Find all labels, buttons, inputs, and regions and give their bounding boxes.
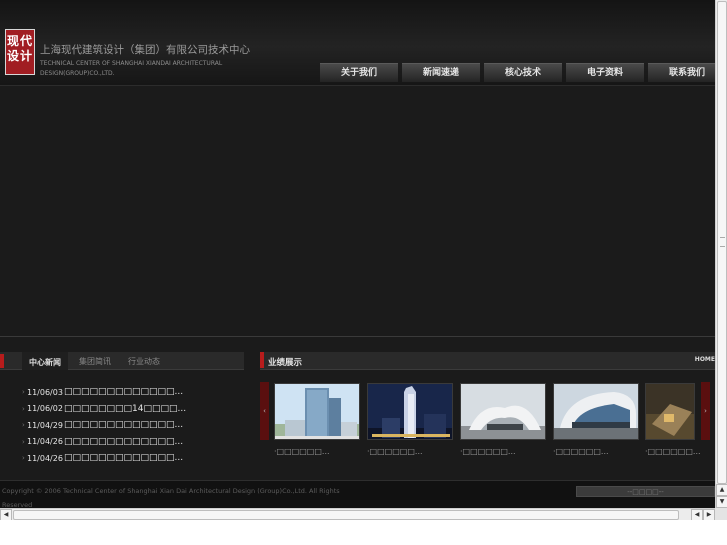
- project-caption[interactable]: ·□□□□□□...: [367, 447, 423, 456]
- projects-title: 业绩展示: [268, 358, 303, 368]
- news-item[interactable]: › 11/04/26 □□□□□□□□□□□□□...: [22, 450, 186, 467]
- nav-e-docs[interactable]: 电子资料: [566, 63, 644, 82]
- horizontal-scroll-thumb[interactable]: [13, 510, 679, 520]
- flash-banner-area: [0, 87, 715, 337]
- scroll-up-button[interactable]: ▲: [716, 484, 727, 496]
- vertical-scroll-thumb[interactable]: [717, 1, 727, 484]
- section-marker: [0, 354, 4, 368]
- news-title[interactable]: □□□□□□□□14□□□□...: [64, 404, 186, 414]
- scrollbar-corner: [715, 508, 727, 520]
- building-image: [646, 384, 694, 439]
- tab-center-news[interactable]: 中心新闻: [22, 352, 68, 370]
- projects-more-link[interactable]: HOME: [695, 356, 715, 363]
- window-bottom: [0, 520, 727, 545]
- company-name-cn: 上海现代建筑设计（集团）有限公司技术中心: [40, 44, 250, 56]
- footer-link-select[interactable]: --□□□□--: [576, 486, 715, 497]
- news-date: 11/06/03: [27, 387, 63, 397]
- news-title[interactable]: □□□□□□□□□□□□□...: [64, 453, 183, 463]
- building-image: [368, 384, 452, 439]
- nav-about[interactable]: 关于我们: [320, 63, 398, 82]
- projects-header: 业绩展示 HOME: [260, 352, 715, 370]
- nav-core-tech[interactable]: 核心技术: [484, 63, 562, 82]
- site-header: 现代 设计 上海现代建筑设计（集团）有限公司技术中心 TECHNICAL CEN…: [0, 0, 715, 86]
- news-list: › 11/06/03 □□□□□□□□□□□□□... › 11/06/02 □…: [22, 384, 186, 467]
- tab-group-briefs[interactable]: 集团简讯: [79, 356, 111, 367]
- project-thumbnail[interactable]: [553, 383, 639, 440]
- news-date: 11/04/29: [27, 420, 63, 430]
- grip-icon: [720, 237, 725, 247]
- project-thumbnail[interactable]: [367, 383, 453, 440]
- tab-industry-news[interactable]: 行业动态: [128, 356, 160, 367]
- copyright-text: Copyright © 2006 Technical Center of Sha…: [2, 487, 340, 508]
- section-marker: [260, 352, 264, 368]
- news-item[interactable]: › 11/06/03 □□□□□□□□□□□□□...: [22, 384, 186, 401]
- project-thumbnail[interactable]: [645, 383, 695, 440]
- project-thumbnail[interactable]: [274, 383, 360, 440]
- news-item[interactable]: › 11/04/29 □□□□□□□□□□□□□...: [22, 417, 186, 434]
- project-caption[interactable]: ·□□□□□□...: [645, 447, 701, 456]
- vertical-scrollbar[interactable]: ▲ ▼: [715, 0, 727, 508]
- news-tab-bar: 中心新闻 集团简讯 行业动态: [0, 352, 244, 370]
- news-title[interactable]: □□□□□□□□□□□□□...: [64, 387, 183, 397]
- carousel-next-button[interactable]: ›: [701, 382, 710, 440]
- building-image: [275, 384, 359, 439]
- scroll-down-button[interactable]: ▼: [716, 496, 727, 508]
- news-title[interactable]: □□□□□□□□□□□□□...: [64, 437, 183, 447]
- nav-news[interactable]: 新闻速递: [402, 63, 480, 82]
- news-date: 11/04/26: [27, 437, 63, 447]
- nav-contact[interactable]: 联系我们: [648, 63, 715, 82]
- project-caption[interactable]: ·□□□□□□...: [553, 447, 609, 456]
- news-title[interactable]: □□□□□□□□□□□□□...: [64, 420, 183, 430]
- page-viewport: 现代 设计 上海现代建筑设计（集团）有限公司技术中心 TECHNICAL CEN…: [0, 0, 715, 508]
- carousel-prev-button[interactable]: ‹: [260, 382, 269, 440]
- horizontal-scrollbar[interactable]: ◀ ◀ ▶: [0, 508, 715, 521]
- main-nav: 关于我们 新闻速递 核心技术 电子资料 联系我们: [320, 63, 715, 82]
- news-item[interactable]: › 11/04/26 □□□□□□□□□□□□□...: [22, 434, 186, 451]
- company-name-en: TECHNICAL CENTER OF SHANGHAI XIANDAI ARC…: [40, 60, 223, 77]
- project-caption[interactable]: ·□□□□□□...: [274, 447, 330, 456]
- project-thumbnail[interactable]: [460, 383, 546, 440]
- site-footer: Copyright © 2006 Technical Center of Sha…: [0, 480, 715, 508]
- news-date: 11/06/02: [27, 404, 63, 414]
- logo-text-top: 现代: [6, 34, 33, 48]
- news-date: 11/04/26: [27, 453, 63, 463]
- news-item[interactable]: › 11/06/02 □□□□□□□□14□□□□...: [22, 401, 186, 418]
- company-logo[interactable]: 现代 设计: [5, 29, 35, 75]
- building-image: [554, 384, 638, 439]
- building-image: [461, 384, 545, 439]
- logo-text-bottom: 设计: [6, 49, 33, 63]
- project-caption[interactable]: ·□□□□□□...: [460, 447, 516, 456]
